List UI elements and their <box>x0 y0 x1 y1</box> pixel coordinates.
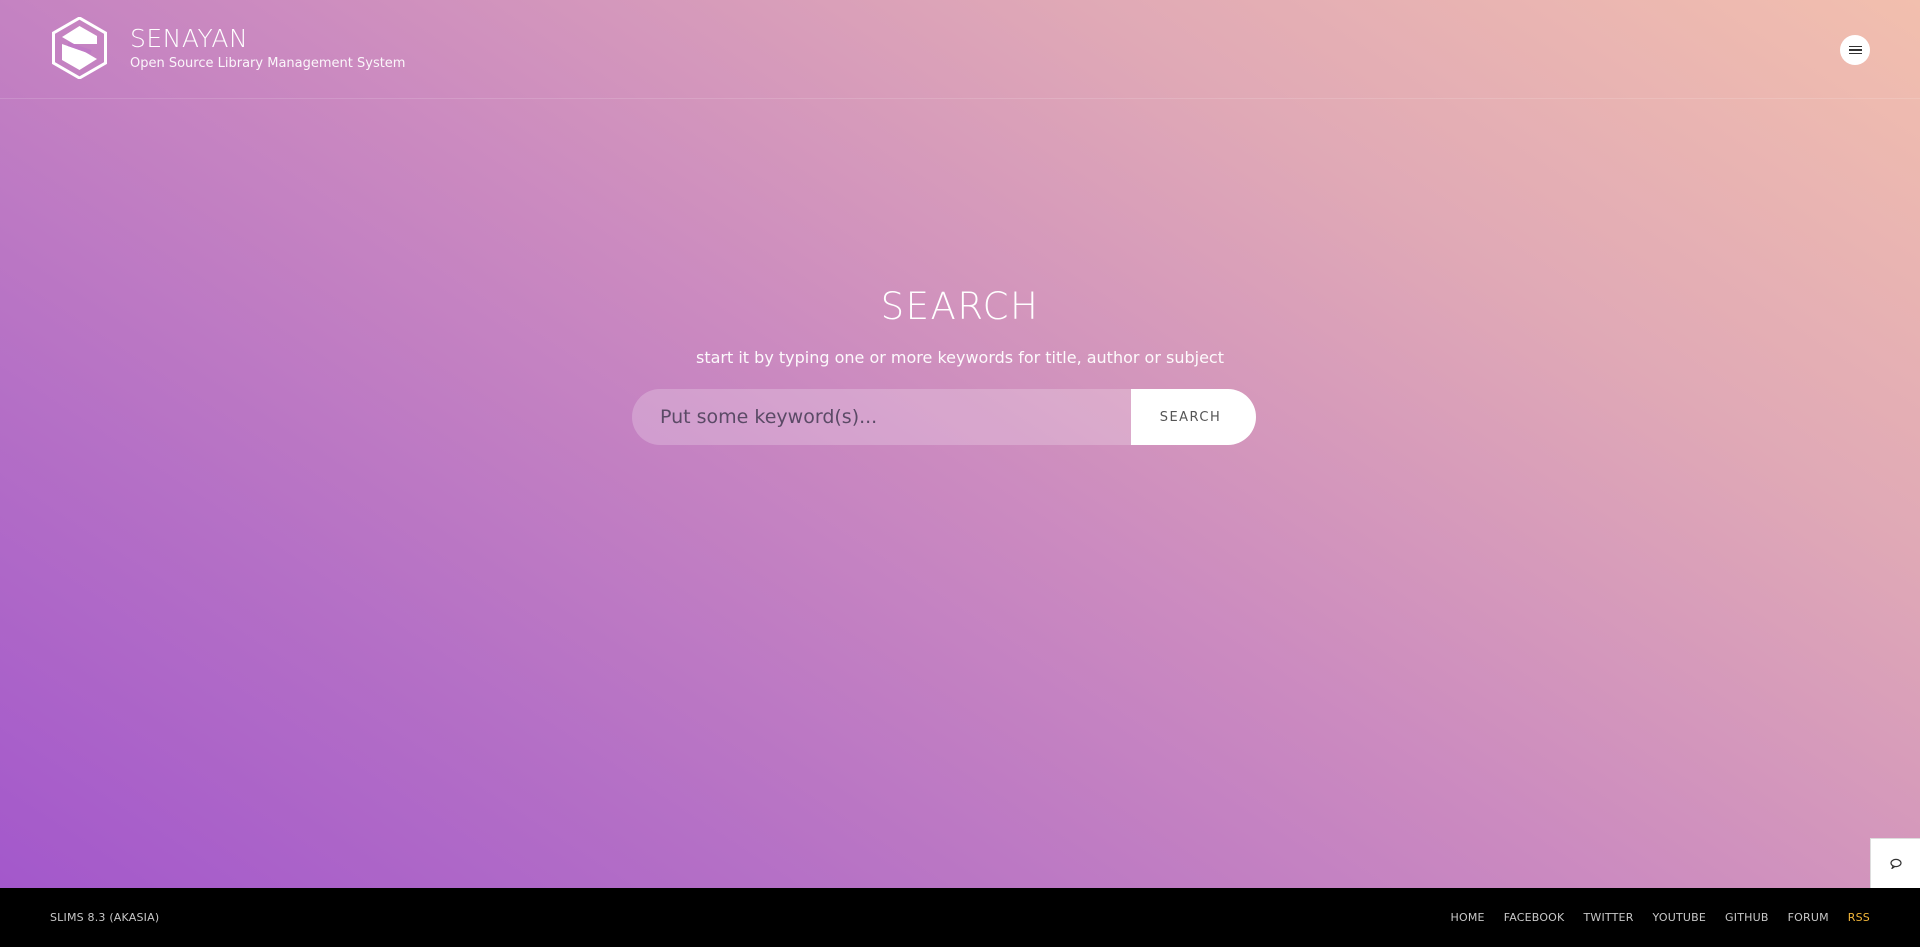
site-footer: SLIMS 8.3 (AKASIA) HOME FACEBOOK TWITTER… <box>0 888 1920 947</box>
search-input[interactable] <box>632 389 1131 445</box>
hamburger-icon <box>1848 45 1862 48</box>
search-form: SEARCH <box>632 389 1256 445</box>
chat-bubble-icon <box>1889 858 1902 869</box>
footer-nav: HOME FACEBOOK TWITTER YOUTUBE GITHUB FOR… <box>1451 911 1870 924</box>
site-subtitle: Open Source Library Management System <box>130 56 406 71</box>
senayan-logo-icon[interactable] <box>52 17 107 79</box>
site-title: SENAYAN <box>130 24 249 53</box>
footer-link-twitter[interactable]: TWITTER <box>1583 911 1633 924</box>
search-subheading: start it by typing one or more keywords … <box>696 348 1224 367</box>
footer-link-home[interactable]: HOME <box>1451 911 1485 924</box>
search-heading: SEARCH <box>880 285 1040 328</box>
footer-link-forum[interactable]: FORUM <box>1788 911 1829 924</box>
footer-link-github[interactable]: GITHUB <box>1725 911 1769 924</box>
footer-link-youtube[interactable]: YOUTUBE <box>1653 911 1707 924</box>
site-header: SENAYAN Open Source Library Management S… <box>0 0 1920 99</box>
footer-link-facebook[interactable]: FACEBOOK <box>1504 911 1565 924</box>
chat-widget-button[interactable] <box>1870 838 1920 888</box>
search-button[interactable]: SEARCH <box>1131 389 1256 445</box>
footer-link-rss[interactable]: RSS <box>1848 911 1870 924</box>
menu-button[interactable] <box>1840 35 1870 65</box>
version-label: SLIMS 8.3 (AKASIA) <box>50 911 160 924</box>
